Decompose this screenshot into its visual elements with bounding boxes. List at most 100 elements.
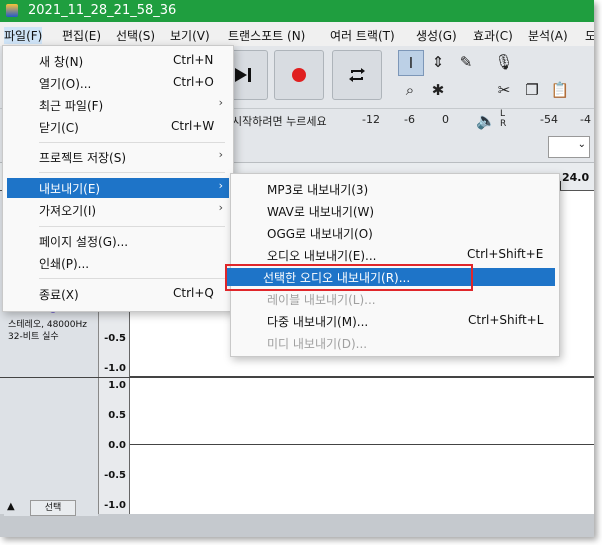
menu-item-accel: Ctrl+W [171,119,215,133]
menu-item-label: 가져오기(I) [39,204,97,218]
chevron-right-icon: › [218,148,223,161]
window-title: 2021_11_28_21_58_36 [28,3,177,18]
envelope-icon: ⇕ [431,53,445,71]
menu-item-label: 레이블 내보내기(L)... [267,293,376,307]
menu-edit[interactable]: 편집(E) [62,27,101,44]
submenu-item-export-labels[interactable]: 레이블 내보내기(L)... [235,289,555,309]
mic-button[interactable]: 🎙 [492,50,516,74]
submenu-item-ogg[interactable]: OGG로 내보내기(O) [235,223,555,243]
chevron-down-icon: ⌄ [577,139,586,150]
annotation-highlight-box [225,264,473,291]
menu-item-label: 최근 파일(F) [39,99,104,113]
envelope-tool[interactable]: ⇕ [426,50,450,74]
menu-view[interactable]: 보기(V) [170,27,210,44]
submenu-item-export-audio[interactable]: 오디오 내보내기(E)... Ctrl+Shift+E [235,245,555,265]
record-button[interactable] [274,50,324,100]
amplitude-scale-right: 1.0 0.5 0.0 -0.5 -1.0 [99,378,130,514]
zero-line [130,444,594,445]
menu-item-open[interactable]: 열기(O)... Ctrl+O [7,73,229,93]
menu-item-label: 닫기(C) [39,121,79,135]
menu-item-accel: Ctrl+O [173,75,214,89]
menu-generate[interactable]: 생성(G) [416,27,457,44]
chevron-right-icon: › [218,179,223,192]
paste-button[interactable]: 📋 [548,78,572,102]
scale-label: 0.5 [108,410,126,421]
menu-bar: 파일(F) 편집(E) 선택(S) 보기(V) 트랜스포트 (N) 여러 트랙(… [0,22,594,47]
paste-icon: 📋 [550,81,570,99]
scale-label: 0.0 [108,440,126,451]
scale-label: -1.0 [104,500,126,511]
track-control-panel-right[interactable] [0,378,99,514]
loop-button[interactable] [332,50,382,100]
menu-tracks[interactable]: 여러 트랙(T) [330,27,395,44]
submenu-item-export-multiple[interactable]: 다중 내보내기(M)... Ctrl+Shift+L [235,311,555,331]
submenu-item-mp3[interactable]: MP3로 내보내기(3) [235,179,555,199]
copy-button[interactable]: ❐ [520,78,544,102]
scale-label: -0.5 [104,333,126,344]
menu-item-label: 인쇄(P)... [39,257,90,271]
select-button[interactable]: 선택 [30,500,76,516]
collapse-icon[interactable]: ▲ [7,501,15,512]
menu-item-accel: Ctrl+Shift+E [467,247,544,261]
track-footer: ▲ 선택 [4,500,98,516]
menu-select[interactable]: 선택(S) [116,27,155,44]
meter-tick: 0 [442,113,449,126]
skip-end-icon [235,68,251,82]
app-icon [6,4,18,17]
submenu-item-wav[interactable]: WAV로 내보내기(W) [235,201,555,221]
menu-item-label: 새 창(N) [39,55,84,69]
lr-label: L R [500,109,507,129]
menu-analyze[interactable]: 분석(A) [528,27,568,44]
microphone-icon: 🎙 [494,53,514,71]
record-icon [292,68,306,82]
menu-item-import[interactable]: 가져오기(I) › [7,200,229,220]
audio-track-right[interactable]: 1.0 0.5 0.0 -0.5 -1.0 [0,377,594,514]
menu-item-exit[interactable]: 종료(X) Ctrl+Q [7,284,229,304]
draw-tool[interactable]: ✎ [454,50,478,74]
scale-label: -0.5 [104,470,126,481]
meter-hint[interactable]: 시작하려면 누르세요 [232,113,327,129]
menu-separator [39,226,225,227]
menu-more[interactable]: 도 [585,27,594,44]
menu-item-label: 종료(X) [39,288,79,302]
scale-label: -1.0 [104,363,126,374]
menu-item-save-project[interactable]: 프로젝트 저장(S) › [7,147,229,167]
loop-icon [349,68,365,82]
speaker-icon[interactable]: 🔈 [476,111,496,130]
menu-item-new-window[interactable]: 새 창(N) Ctrl+N [7,51,229,71]
chevron-right-icon: › [218,201,223,214]
rate-dropdown[interactable]: ⌄ [548,136,590,158]
menu-item-export[interactable]: 내보내기(E) › [7,178,229,198]
menu-item-close[interactable]: 닫기(C) Ctrl+W [7,117,229,137]
submenu-item-export-midi[interactable]: 미디 내보내기(D)... [235,333,555,353]
menu-effect[interactable]: 효과(C) [473,27,513,44]
menu-item-label: 내보내기(E) [39,182,101,196]
menu-item-accel: Ctrl+N [173,53,214,67]
menu-item-label: MP3로 내보내기(3) [267,183,369,197]
menu-item-accel: Ctrl+Shift+L [468,313,544,327]
selection-tool[interactable]: I [398,50,424,76]
scale-label: 1.0 [108,380,126,391]
menu-transport[interactable]: 트랜스포트 (N) [228,27,305,44]
menu-item-label: WAV로 내보내기(W) [267,205,375,219]
ruler-tick: 24.0 [562,171,590,184]
multi-tool[interactable]: ✱ [426,78,450,102]
zoom-tool[interactable]: ⌕ [398,78,422,102]
menu-separator [39,172,225,173]
menu-item-label: 오디오 내보내기(E)... [267,249,377,263]
waveform-area-right[interactable] [130,378,594,514]
file-menu: 새 창(N) Ctrl+N 열기(O)... Ctrl+O 최근 파일(F) ›… [2,45,234,312]
menu-item-label: 프로젝트 저장(S) [39,151,127,165]
scissors-icon: ✂ [497,81,511,99]
menu-file[interactable]: 파일(F) [4,27,43,44]
menu-item-print[interactable]: 인쇄(P)... [7,253,229,273]
menu-separator [39,142,225,143]
menu-item-page-setup[interactable]: 페이지 설정(G)... [7,231,229,251]
track-info: 스테레오, 48000Hz 32-비트 실수 [8,320,87,342]
cut-button[interactable]: ✂ [492,78,516,102]
meter-tick: -54 [540,113,558,126]
menu-item-recent-files[interactable]: 최근 파일(F) › [7,95,229,115]
i-beam-icon: I [408,54,414,72]
meter-tick: -6 [404,113,415,126]
meter-tick: -4 [580,113,591,126]
